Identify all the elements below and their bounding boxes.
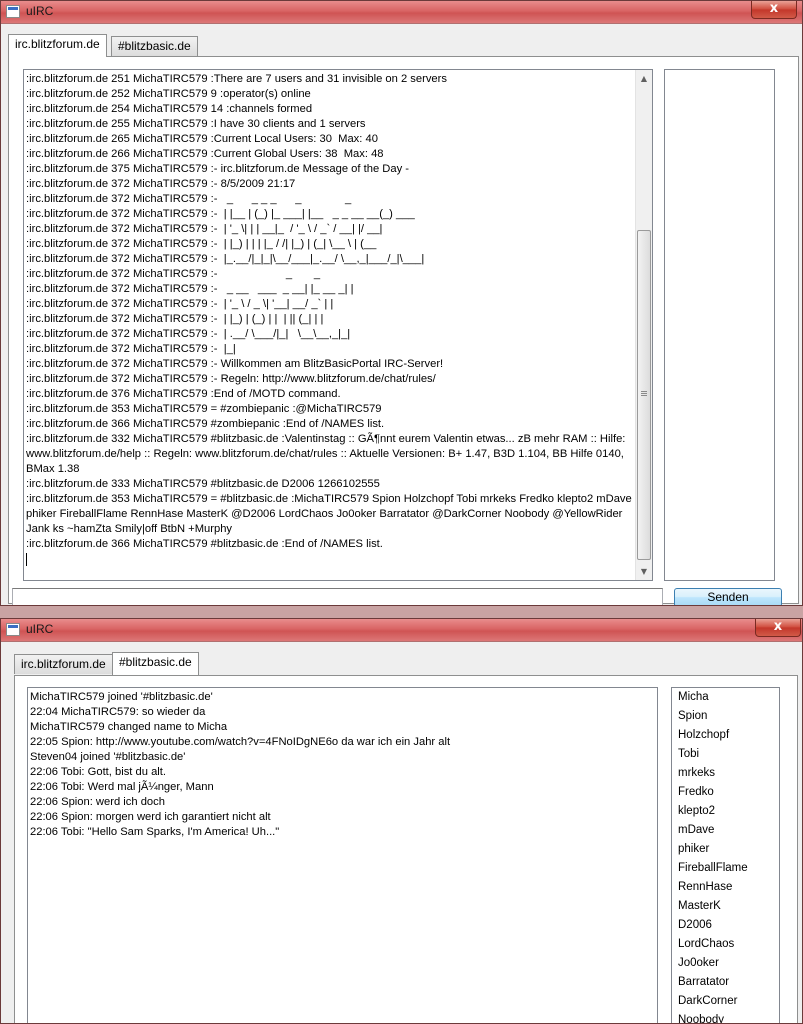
window-client-area: irc.blitzforum.de #blitzbasic.de MichaTI… <box>1 641 802 1023</box>
scroll-down-arrow-icon[interactable]: ▼ <box>636 563 652 580</box>
chat-line: :irc.blitzforum.de 372 MichaTIRC579 :- |… <box>26 208 415 220</box>
chat-lines: MichaTIRC579 joined '#blitzbasic.de' 22:0… <box>30 690 653 840</box>
chat-lines: :irc.blitzforum.de 251 MichaTIRC579 :The… <box>26 72 634 566</box>
chat-line: :irc.blitzforum.de 353 MichaTIRC579 = #z… <box>26 403 382 415</box>
chat-line: :irc.blitzforum.de 254 MichaTIRC579 14 :… <box>26 103 313 115</box>
irc-window-server: uIRC x irc.blitzforum.de #blitzbasic.de … <box>0 0 803 606</box>
window-title: uIRC <box>26 622 54 636</box>
chat-line: :irc.blitzforum.de 251 MichaTIRC579 :The… <box>26 73 447 85</box>
chat-line: :irc.blitzforum.de 372 MichaTIRC579 :- |… <box>26 238 377 250</box>
user-list-item[interactable]: Jo0oker <box>672 954 779 973</box>
chat-line: :irc.blitzforum.de 353 MichaTIRC579 = #b… <box>26 493 632 535</box>
user-list-item[interactable]: Fredko <box>672 783 779 802</box>
tab-panel: :irc.blitzforum.de 251 MichaTIRC579 :The… <box>8 56 799 604</box>
chat-line: 22:05 Spion: http://www.youtube.com/watc… <box>30 736 451 748</box>
title-bar[interactable]: uIRC x <box>1 1 802 23</box>
chat-line: 22:06 Tobi: Werd mal jÃ¼nger, Mann <box>30 781 214 793</box>
text-caret <box>26 553 27 566</box>
chat-line: :irc.blitzforum.de 372 MichaTIRC579 :- |… <box>26 313 324 325</box>
user-list-item[interactable]: klepto2 <box>672 802 779 821</box>
send-button[interactable]: Senden <box>674 588 782 605</box>
user-list-item[interactable]: Micha <box>672 688 779 707</box>
chat-line: MichaTIRC579 changed name to Micha <box>30 721 228 733</box>
chat-scrollbar[interactable]: ▲ ▼ <box>635 70 652 580</box>
user-list-item[interactable]: RennHase <box>672 878 779 897</box>
tab-channel[interactable]: #blitzbasic.de <box>112 652 199 675</box>
scroll-grip-icon <box>641 391 647 396</box>
chat-line: :irc.blitzforum.de 372 MichaTIRC579 :- |… <box>26 343 236 355</box>
chat-line: :irc.blitzforum.de 266 MichaTIRC579 :Cur… <box>26 148 384 160</box>
chat-line: :irc.blitzforum.de 366 MichaTIRC579 #zom… <box>26 418 385 430</box>
chat-line: 22:06 Spion: morgen werd ich garantiert … <box>30 811 271 823</box>
chat-line: :irc.blitzforum.de 333 MichaTIRC579 #bli… <box>26 478 380 490</box>
scroll-thumb[interactable] <box>637 230 651 560</box>
chat-line: :irc.blitzforum.de 372 MichaTIRC579 :- 8… <box>26 178 296 190</box>
chat-line: :irc.blitzforum.de 375 MichaTIRC579 :- i… <box>26 163 410 175</box>
user-list-item[interactable]: LordChaos <box>672 935 779 954</box>
chat-line: 22:06 Spion: werd ich doch <box>30 796 165 808</box>
chat-line: :irc.blitzforum.de 372 MichaTIRC579 :- _… <box>26 268 321 280</box>
chat-log[interactable]: MichaTIRC579 joined '#blitzbasic.de' 22:0… <box>27 687 658 1023</box>
user-list[interactable] <box>664 69 775 581</box>
chat-log[interactable]: :irc.blitzforum.de 251 MichaTIRC579 :The… <box>23 69 653 581</box>
user-list-item[interactable]: DarkCorner <box>672 992 779 1011</box>
chat-line: 22:06 Tobi: Gott, bist du alt. <box>30 766 166 778</box>
close-button[interactable]: x <box>755 619 801 637</box>
scroll-up-arrow-icon[interactable]: ▲ <box>636 70 652 87</box>
chat-line: :irc.blitzforum.de 372 MichaTIRC579 :- _… <box>26 193 352 205</box>
app-window-icon <box>6 5 20 18</box>
close-button[interactable]: x <box>751 1 797 19</box>
chat-line: 22:04 MichaTIRC579: so wieder da <box>30 706 206 718</box>
chat-line: :irc.blitzforum.de 366 MichaTIRC579 #bli… <box>26 538 383 550</box>
chat-line: 22:06 Tobi: "Hello Sam Sparks, I'm Ameri… <box>30 826 280 838</box>
user-list-item[interactable]: Barratator <box>672 973 779 992</box>
app-window-icon <box>6 623 20 636</box>
user-list[interactable]: Micha Spion Holzchopf Tobi mrkeks Fredko klept… <box>671 687 780 1023</box>
chat-line: :irc.blitzforum.de 372 MichaTIRC579 :- W… <box>26 358 444 370</box>
user-list-item[interactable]: Tobi <box>672 745 779 764</box>
user-list-item[interactable]: FireballFlame <box>672 859 779 878</box>
input-row: Senden <box>1 586 802 605</box>
title-bar[interactable]: uIRC x <box>1 619 802 641</box>
user-list-item[interactable]: mrkeks <box>672 764 779 783</box>
chat-line: MichaTIRC579 joined '#blitzbasic.de' <box>30 691 213 703</box>
irc-window-channel: uIRC x irc.blitzforum.de #blitzbasic.de … <box>0 618 803 1024</box>
chat-line: :irc.blitzforum.de 372 MichaTIRC579 :- _… <box>26 283 354 295</box>
window-client-area: irc.blitzforum.de #blitzbasic.de :irc.bl… <box>1 23 802 605</box>
message-input[interactable] <box>12 588 663 605</box>
chat-line: :irc.blitzforum.de 372 MichaTIRC579 :- |… <box>26 223 383 235</box>
chat-line: :irc.blitzforum.de 372 MichaTIRC579 :- |… <box>26 253 425 265</box>
tab-channel[interactable]: #blitzbasic.de <box>111 36 198 56</box>
chat-line: :irc.blitzforum.de 372 MichaTIRC579 :- |… <box>26 328 351 340</box>
user-list-item[interactable]: mDave <box>672 821 779 840</box>
chat-line: :irc.blitzforum.de 265 MichaTIRC579 :Cur… <box>26 133 378 145</box>
user-list-item[interactable]: D2006 <box>672 916 779 935</box>
chat-line: :irc.blitzforum.de 255 MichaTIRC579 :I h… <box>26 118 366 130</box>
user-list-item[interactable]: Noobody <box>672 1011 779 1023</box>
chat-line: :irc.blitzforum.de 372 MichaTIRC579 :- |… <box>26 298 334 310</box>
chat-line: :irc.blitzforum.de 372 MichaTIRC579 :- R… <box>26 373 436 385</box>
user-list-item[interactable]: MasterK <box>672 897 779 916</box>
chat-line: :irc.blitzforum.de 252 MichaTIRC579 9 :o… <box>26 88 311 100</box>
chat-line: :irc.blitzforum.de 376 MichaTIRC579 :End… <box>26 388 341 400</box>
chat-line: Steven04 joined '#blitzbasic.de' <box>30 751 186 763</box>
tab-server[interactable]: irc.blitzforum.de <box>8 34 107 57</box>
chat-line: :irc.blitzforum.de 332 MichaTIRC579 #bli… <box>26 433 629 475</box>
tab-panel: MichaTIRC579 joined '#blitzbasic.de' 22:0… <box>14 675 798 1023</box>
user-list-item[interactable]: Spion <box>672 707 779 726</box>
tab-server[interactable]: irc.blitzforum.de <box>14 654 113 674</box>
user-list-item[interactable]: Holzchopf <box>672 726 779 745</box>
user-list-item[interactable]: phiker <box>672 840 779 859</box>
window-title: uIRC <box>26 4 54 18</box>
